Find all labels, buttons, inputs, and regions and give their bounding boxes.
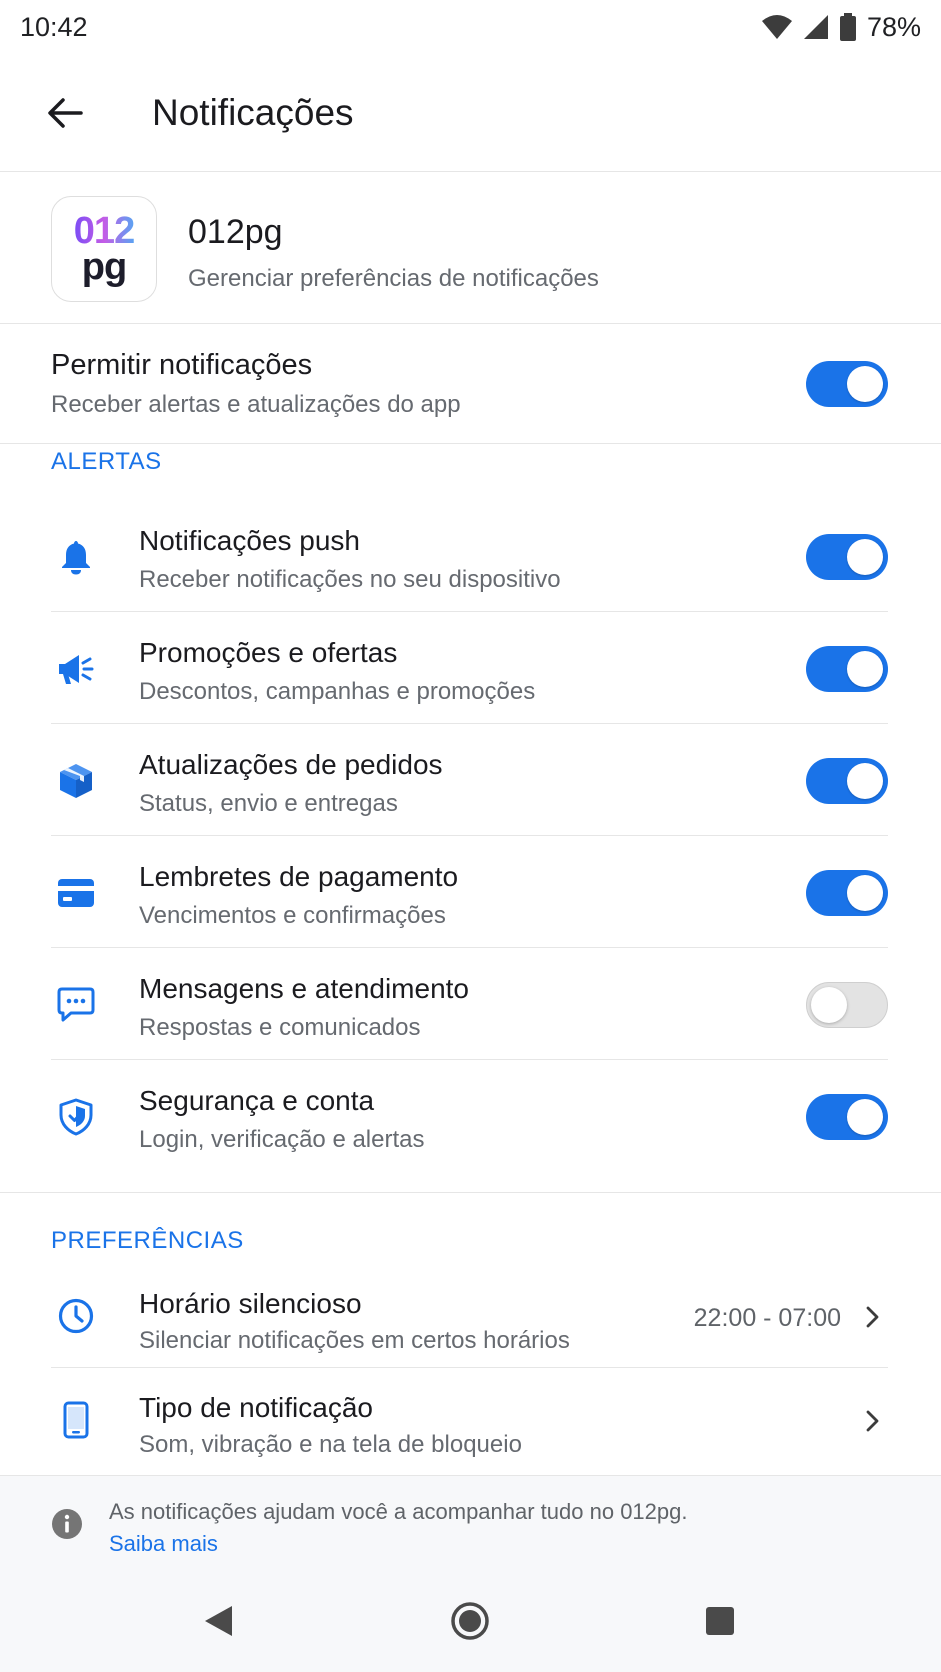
alert-subtitle: Receber notificações no seu dispositivo: [139, 566, 561, 593]
pref-row-notification-type[interactable]: Tipo de notificação Som, vibração e na t…: [0, 1368, 941, 1472]
logo-bottom-text: pg: [81, 246, 127, 288]
status-time: 10:42: [20, 11, 88, 42]
quiet-hours-value: 22:00 - 07:00: [693, 1304, 841, 1332]
info-icon: [51, 1508, 83, 1540]
app-header: 012 pg 012pg Gerenciar preferências de n…: [0, 173, 941, 324]
nav-back-button[interactable]: [196, 1599, 240, 1643]
payments-toggle[interactable]: [806, 870, 888, 916]
alert-title: Segurança e conta: [139, 1085, 375, 1116]
page-title: Notificações: [152, 92, 354, 133]
info-text: As notificações ajudam você a acompanhar…: [109, 1499, 688, 1524]
security-toggle[interactable]: [806, 1094, 888, 1140]
section-label-preferences: PREFERÊNCIAS: [51, 1227, 244, 1254]
section-label-alerts: ALERTAS: [51, 448, 162, 475]
megaphone-icon: [55, 648, 97, 690]
clock-icon: [55, 1295, 97, 1337]
nav-home-button[interactable]: [448, 1599, 492, 1643]
alert-title: Lembretes de pagamento: [139, 861, 459, 892]
alert-subtitle: Status, envio e entregas: [139, 790, 398, 817]
chevron-right-icon: [859, 1406, 885, 1436]
alert-title: Mensagens e atendimento: [139, 973, 469, 1004]
system-nav-bar: [0, 1569, 941, 1672]
battery-icon: [839, 13, 857, 41]
alert-row-promotions[interactable]: Promoções e ofertas Descontos, campanhas…: [0, 612, 941, 724]
alert-title: Notificações push: [139, 525, 361, 556]
info-footer: As notificações ajudam você a acompanhar…: [0, 1475, 941, 1569]
learn-more-link[interactable]: Saiba mais: [109, 1531, 218, 1557]
square-recents-icon: [706, 1607, 734, 1635]
pref-row-quiet-hours[interactable]: Horário silencioso Silenciar notificaçõe…: [0, 1264, 941, 1368]
circle-home-icon: [451, 1602, 489, 1640]
allow-notifications-subtitle: Receber alertas e atualizações do app: [51, 391, 461, 418]
pref-subtitle: Som, vibração e na tela de bloqueio: [139, 1431, 522, 1458]
app-bar: Notificações: [0, 54, 941, 172]
battery-level: 78%: [866, 11, 921, 42]
alert-subtitle: Descontos, campanhas e promoções: [139, 678, 536, 705]
alert-subtitle: Respostas e comunicados: [139, 1014, 421, 1041]
section-divider: [0, 1192, 941, 1193]
status-icons: 78%: [761, 12, 921, 43]
alert-title: Promoções e ofertas: [139, 637, 398, 668]
app-description: Gerenciar preferências de notificações: [188, 265, 599, 292]
alert-subtitle: Vencimentos e confirmações: [139, 902, 446, 929]
nav-recents-button[interactable]: [698, 1599, 742, 1643]
orders-toggle[interactable]: [806, 758, 888, 804]
chat-icon: [55, 984, 97, 1026]
alert-row-payments[interactable]: Lembretes de pagamento Vencimentos e con…: [0, 836, 941, 948]
app-name: 012pg: [188, 213, 283, 251]
shield-icon: [55, 1096, 97, 1138]
alert-row-security[interactable]: Segurança e conta Login, verificação e a…: [0, 1060, 941, 1172]
pref-subtitle: Silenciar notificações em certos horário…: [139, 1327, 570, 1354]
package-icon: [55, 760, 97, 802]
pref-title: Tipo de notificação: [139, 1392, 373, 1423]
credit-card-icon: [55, 872, 97, 914]
signal-icon: [803, 14, 829, 40]
back-button[interactable]: [40, 88, 90, 138]
alert-row-push[interactable]: Notificações push Receber notificações n…: [0, 500, 941, 612]
allow-notifications-toggle[interactable]: [806, 361, 888, 407]
app-logo: 012 pg: [51, 196, 157, 302]
messages-toggle[interactable]: [806, 982, 888, 1028]
promotions-toggle[interactable]: [806, 646, 888, 692]
wifi-icon: [761, 14, 793, 40]
logo-top-text: 012: [73, 209, 135, 252]
allow-notifications-title: Permitir notificações: [51, 349, 313, 381]
chevron-right-icon: [859, 1302, 885, 1332]
arrow-back-icon: [48, 98, 83, 128]
alert-row-orders[interactable]: Atualizações de pedidos Status, envio e …: [0, 724, 941, 836]
alert-subtitle: Login, verificação e alertas: [139, 1126, 425, 1153]
triangle-back-icon: [205, 1606, 232, 1636]
alert-title: Atualizações de pedidos: [139, 749, 443, 780]
phone-icon: [55, 1399, 97, 1441]
bell-icon: [55, 536, 97, 578]
status-bar: 10:42 78%: [0, 0, 941, 54]
push-toggle[interactable]: [806, 534, 888, 580]
alert-row-messages[interactable]: Mensagens e atendimento Respostas e comu…: [0, 948, 941, 1060]
pref-title: Horário silencioso: [139, 1288, 362, 1319]
allow-notifications-row[interactable]: Permitir notificações Receber alertas e …: [0, 325, 941, 444]
